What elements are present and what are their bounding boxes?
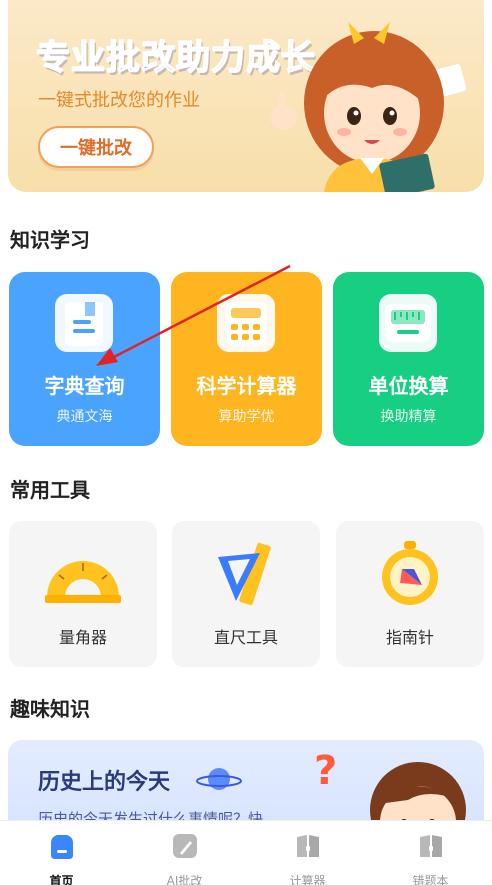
compass-icon	[382, 541, 438, 605]
ruler-label: 直尺工具	[213, 628, 278, 647]
fun-heading: 趣味知识	[10, 697, 90, 721]
protractor-label: 量角器	[58, 628, 107, 647]
home-icon	[50, 835, 73, 859]
promo-banner[interactable]: 专业批改助力成长 一键式批改您的作业 一键批改	[8, 0, 484, 192]
calculator-icon	[217, 294, 275, 352]
svg-text:?: ?	[314, 748, 337, 794]
ruler-icon	[218, 542, 271, 606]
unit-conversion-title: 单位换算	[368, 374, 449, 398]
girl-illustration	[270, 22, 467, 192]
calculator-tab-icon	[296, 835, 319, 857]
dictionary-title: 字典查询	[44, 374, 125, 398]
tab-calculator-label: 计算器	[289, 874, 326, 885]
banner-subtitle: 一键式批改您的作业	[38, 90, 200, 111]
mistake-book-icon	[419, 835, 442, 857]
ai-correct-icon	[172, 834, 197, 858]
tab-ai-correct[interactable]: AI批改	[123, 821, 246, 885]
tab-home[interactable]: 首页	[0, 821, 123, 885]
tab-ai-correct-label: AI批改	[166, 874, 203, 885]
tab-mistake-book[interactable]: 错题本	[369, 821, 492, 885]
compass-label: 指南针	[385, 628, 434, 647]
compass-tool[interactable]: 指南针	[336, 521, 484, 667]
banner-title-part1: 专业批改	[35, 37, 176, 79]
one-click-correct-button[interactable]: 一键批改	[38, 126, 154, 168]
scientific-calculator-title: 科学计算器	[196, 374, 297, 398]
ruler-tool[interactable]: 直尺工具	[172, 521, 320, 667]
dictionary-subtitle: 典通文海	[56, 409, 113, 425]
unit-conversion-icon	[379, 294, 437, 352]
scientific-calculator-subtitle: 算助学优	[218, 409, 275, 425]
dictionary-card[interactable]: 字典查询 典通文海	[9, 272, 160, 446]
unit-conversion-card[interactable]: 单位换算 换助精算	[333, 272, 484, 446]
protractor-icon	[45, 561, 121, 603]
knowledge-heading: 知识学习	[10, 228, 90, 252]
dictionary-icon	[55, 294, 113, 352]
protractor-tool[interactable]: 量角器	[9, 521, 157, 667]
bottom-tab-bar: 首页 AI批改 计算器 错题本	[0, 820, 492, 885]
scientific-calculator-card[interactable]: 科学计算器 算助学优	[171, 272, 322, 446]
history-today-title: 历史上的今天	[38, 770, 171, 795]
tab-mistake-book-label: 错题本	[412, 874, 449, 885]
tab-calculator[interactable]: 计算器	[246, 821, 369, 885]
tab-home-label: 首页	[49, 874, 74, 885]
unit-conversion-subtitle: 换助精算	[380, 409, 437, 425]
tools-heading: 常用工具	[10, 478, 90, 502]
planet-icon	[196, 768, 242, 790]
